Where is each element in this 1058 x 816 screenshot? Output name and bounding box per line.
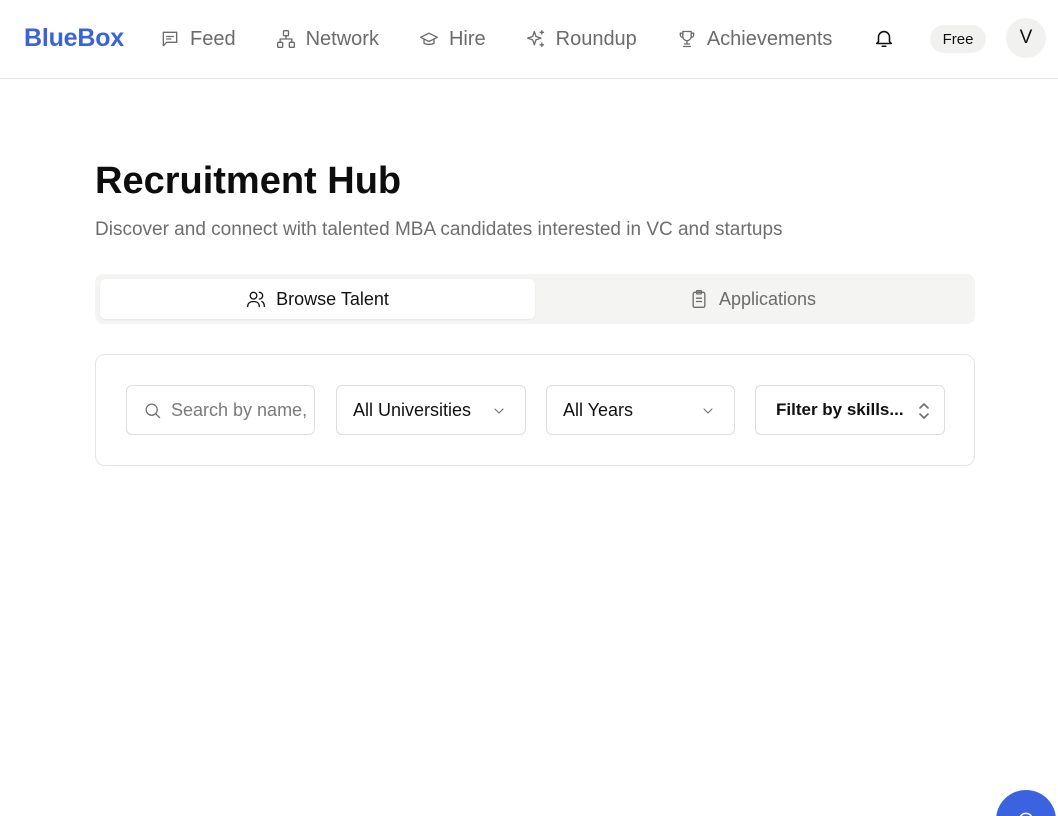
tab-label: Browse Talent xyxy=(276,288,389,309)
chevron-down-icon xyxy=(703,408,713,414)
page-title: Recruitment Hub xyxy=(95,160,402,202)
university-select[interactable]: All Universities xyxy=(336,385,526,435)
nav-item-label: Feed xyxy=(190,27,236,50)
nav-item-label: Roundup xyxy=(555,27,637,50)
nav-item-label: Achievements xyxy=(706,27,833,50)
skills-filter-select[interactable]: Filter by skills... xyxy=(755,385,945,435)
search-field[interactable] xyxy=(126,385,315,435)
user-avatar[interactable]: V xyxy=(1006,18,1046,58)
tab-label: Applications xyxy=(718,288,817,309)
nav-item-achievements[interactable]: Achievements xyxy=(677,27,833,51)
bell-icon xyxy=(875,30,893,48)
chat-icon xyxy=(1019,812,1033,816)
nav-item-network[interactable]: Network xyxy=(276,28,379,51)
filter-panel: All Universities All Years Filter by ski… xyxy=(95,354,975,466)
nav-item-label: Hire xyxy=(448,27,486,50)
page-subtitle: Discover and connect with talented MBA c… xyxy=(95,219,783,240)
year-select-value: All Years xyxy=(563,399,634,420)
university-select-value: All Universities xyxy=(353,399,472,420)
tab-browse-talent[interactable]: Browse Talent xyxy=(100,279,535,319)
network-icon xyxy=(276,29,295,48)
brand-logo[interactable]: BlueBox xyxy=(24,24,124,53)
chevrons-up-down-icon xyxy=(919,403,929,419)
message-square-icon xyxy=(162,31,178,47)
year-select[interactable]: All Years xyxy=(546,385,735,435)
tab-bar: Browse Talent Applications xyxy=(95,274,975,324)
users-icon xyxy=(247,291,266,308)
trophy-icon xyxy=(679,30,695,48)
main-nav: Feed Network Hire Roundup Achievements xyxy=(160,0,872,78)
notifications-button[interactable] xyxy=(873,27,897,51)
skills-select-value: Filter by skills... xyxy=(776,400,904,419)
top-navigation-bar: BlueBox Feed Network Hire Roundup Achiev… xyxy=(0,0,1058,79)
floating-help-button[interactable] xyxy=(996,790,1056,816)
graduation-cap-icon xyxy=(419,32,438,46)
nav-item-label: Network xyxy=(305,27,379,50)
nav-item-roundup[interactable]: Roundup xyxy=(526,28,637,51)
tab-applications[interactable]: Applications xyxy=(535,279,970,319)
nav-item-hire[interactable]: Hire xyxy=(419,28,486,51)
clipboard-icon xyxy=(692,290,706,308)
plan-badge: Free xyxy=(930,25,986,53)
search-input[interactable] xyxy=(171,386,311,434)
sparkles-icon xyxy=(526,30,544,48)
search-icon xyxy=(145,403,161,419)
nav-item-feed[interactable]: Feed xyxy=(160,28,236,51)
chevron-down-icon xyxy=(494,408,504,414)
